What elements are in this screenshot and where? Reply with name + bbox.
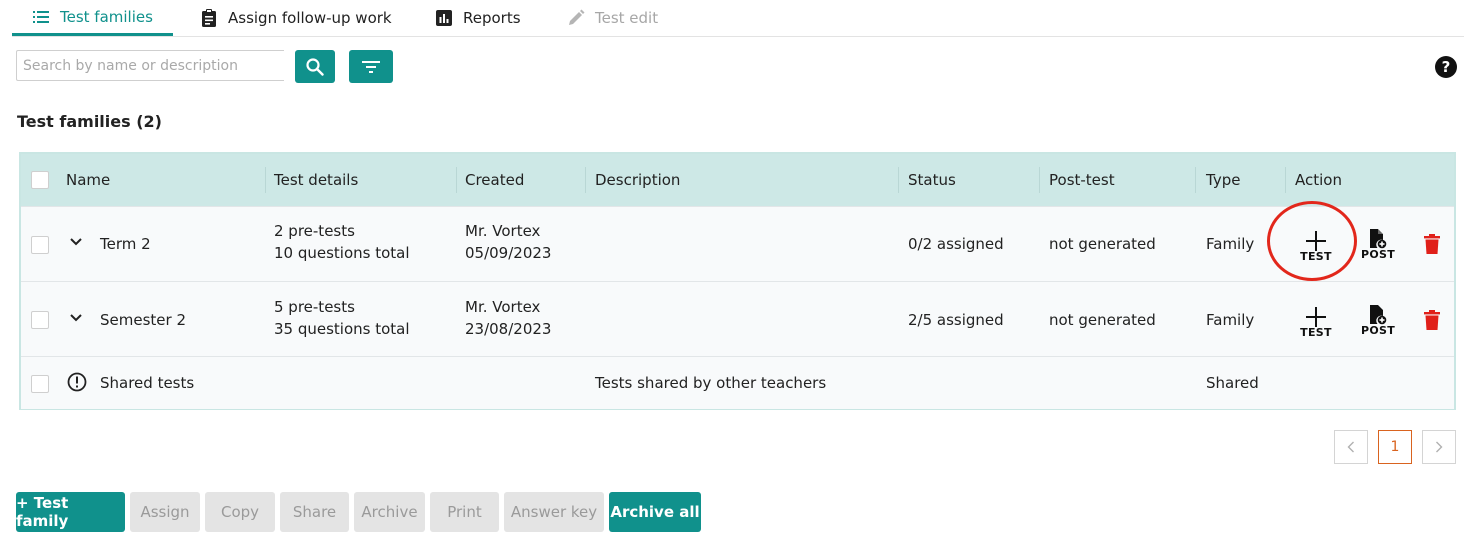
column-header-post-test[interactable]: Post-test	[1049, 171, 1115, 189]
row-name: Term 2	[100, 235, 151, 253]
column-header-created[interactable]: Created	[465, 171, 524, 189]
tab-label: Test families	[60, 7, 153, 26]
add-test-family-button[interactable]: + Test family	[16, 492, 125, 532]
column-divider	[585, 167, 586, 193]
row-test-details: 2 pre-tests 10 questions total	[274, 222, 410, 262]
row-test-details: 5 pre-tests 35 questions total	[274, 298, 410, 338]
plus-icon	[1306, 307, 1326, 327]
pre-test-count: 2 pre-tests	[274, 222, 355, 240]
add-test-button[interactable]: TEST	[1300, 307, 1332, 339]
column-header-action: Action	[1295, 171, 1342, 189]
column-divider	[1195, 167, 1196, 193]
list-icon	[32, 8, 50, 26]
column-divider	[265, 167, 266, 193]
column-header-name[interactable]: Name	[66, 171, 110, 189]
column-divider	[898, 167, 899, 193]
add-test-label: TEST	[1300, 326, 1332, 339]
page-title: Test families (2)	[17, 112, 162, 131]
row-created: Mr. Vortex 05/09/2023	[465, 222, 551, 262]
info-circle-icon	[67, 372, 87, 392]
table-row[interactable]: Shared tests Tests shared by other teach…	[21, 356, 1454, 409]
tab-assign-follow-up-work[interactable]: Assign follow-up work	[200, 0, 392, 35]
created-by: Mr. Vortex	[465, 222, 541, 240]
add-test-label: TEST	[1300, 250, 1332, 263]
row-status: 0/2 assigned	[908, 235, 1004, 253]
bar-chart-icon	[435, 9, 453, 27]
column-divider	[456, 167, 457, 193]
tab-label: Assign follow-up work	[228, 8, 392, 27]
file-add-icon	[1369, 305, 1387, 325]
tab-label: Test edit	[595, 8, 659, 27]
row-checkbox[interactable]	[31, 311, 49, 329]
row-type: Family	[1206, 311, 1255, 329]
row-name: Semester 2	[100, 311, 186, 329]
tab-test-families[interactable]: Test families	[12, 0, 173, 36]
chevron-down-icon[interactable]	[70, 238, 82, 246]
created-date: 23/08/2023	[465, 320, 552, 338]
next-page-button[interactable]	[1422, 430, 1456, 464]
share-button[interactable]: Share	[280, 492, 349, 532]
plus-icon	[1306, 231, 1326, 251]
file-add-icon	[1369, 229, 1387, 249]
add-post-test-button[interactable]: POST	[1361, 229, 1395, 261]
tab-label: Reports	[463, 8, 521, 27]
column-header-status[interactable]: Status	[908, 171, 956, 189]
table-row[interactable]: Term 2 2 pre-tests 10 questions total Mr…	[21, 206, 1454, 282]
created-by: Mr. Vortex	[465, 298, 541, 316]
row-type: Family	[1206, 235, 1255, 253]
created-date: 05/09/2023	[465, 244, 552, 262]
help-icon[interactable]: ?	[1435, 56, 1457, 78]
search-button[interactable]	[295, 50, 335, 83]
pencil-icon	[567, 9, 585, 27]
tab-reports[interactable]: Reports	[435, 0, 521, 35]
column-header-type[interactable]: Type	[1206, 171, 1240, 189]
select-all-checkbox[interactable]	[31, 171, 49, 189]
copy-button[interactable]: Copy	[205, 492, 275, 532]
trash-icon[interactable]	[1424, 310, 1440, 330]
chevron-right-icon	[1435, 441, 1443, 453]
clipboard-icon	[200, 8, 218, 27]
row-post-test: not generated	[1049, 311, 1156, 329]
tab-bar: Test families Assign follow-up work Repo…	[12, 0, 1464, 37]
question-count: 10 questions total	[274, 244, 410, 262]
row-name: Shared tests	[100, 374, 195, 392]
chevron-down-icon[interactable]	[70, 314, 82, 322]
column-divider	[1039, 167, 1040, 193]
question-count: 35 questions total	[274, 320, 410, 338]
assign-button[interactable]: Assign	[130, 492, 200, 532]
row-post-test: not generated	[1049, 235, 1156, 253]
table-header: Name Test details Created Description St…	[21, 154, 1454, 206]
row-type: Shared	[1206, 374, 1259, 392]
add-post-test-label: POST	[1360, 248, 1396, 261]
pre-test-count: 5 pre-tests	[274, 298, 355, 316]
archive-all-button[interactable]: Archive all	[609, 492, 701, 532]
row-created: Mr. Vortex 23/08/2023	[465, 298, 551, 338]
row-checkbox[interactable]	[31, 236, 49, 254]
chevron-left-icon	[1347, 441, 1355, 453]
column-header-test-details[interactable]: Test details	[274, 171, 358, 189]
test-families-table: Name Test details Created Description St…	[19, 152, 1456, 410]
add-test-button[interactable]: TEST	[1300, 231, 1332, 263]
row-description: Tests shared by other teachers	[595, 374, 827, 392]
filter-icon	[362, 60, 380, 74]
row-status: 2/5 assigned	[908, 311, 1004, 329]
table-row[interactable]: Semester 2 5 pre-tests 35 questions tota…	[21, 281, 1454, 357]
archive-button[interactable]: Archive	[354, 492, 425, 532]
tab-test-edit[interactable]: Test edit	[567, 0, 658, 35]
filter-button[interactable]	[349, 50, 393, 83]
search-icon	[306, 57, 324, 76]
search-input[interactable]	[16, 50, 284, 81]
add-post-test-label: POST	[1360, 324, 1396, 337]
row-checkbox[interactable]	[31, 375, 49, 393]
page-number-button[interactable]: 1	[1378, 430, 1412, 464]
trash-icon[interactable]	[1424, 234, 1440, 254]
answer-key-button[interactable]: Answer key	[504, 492, 604, 532]
prev-page-button[interactable]	[1334, 430, 1368, 464]
add-post-test-button[interactable]: POST	[1361, 305, 1395, 337]
print-button[interactable]: Print	[430, 492, 499, 532]
column-header-description[interactable]: Description	[595, 171, 680, 189]
column-divider	[1285, 167, 1286, 193]
